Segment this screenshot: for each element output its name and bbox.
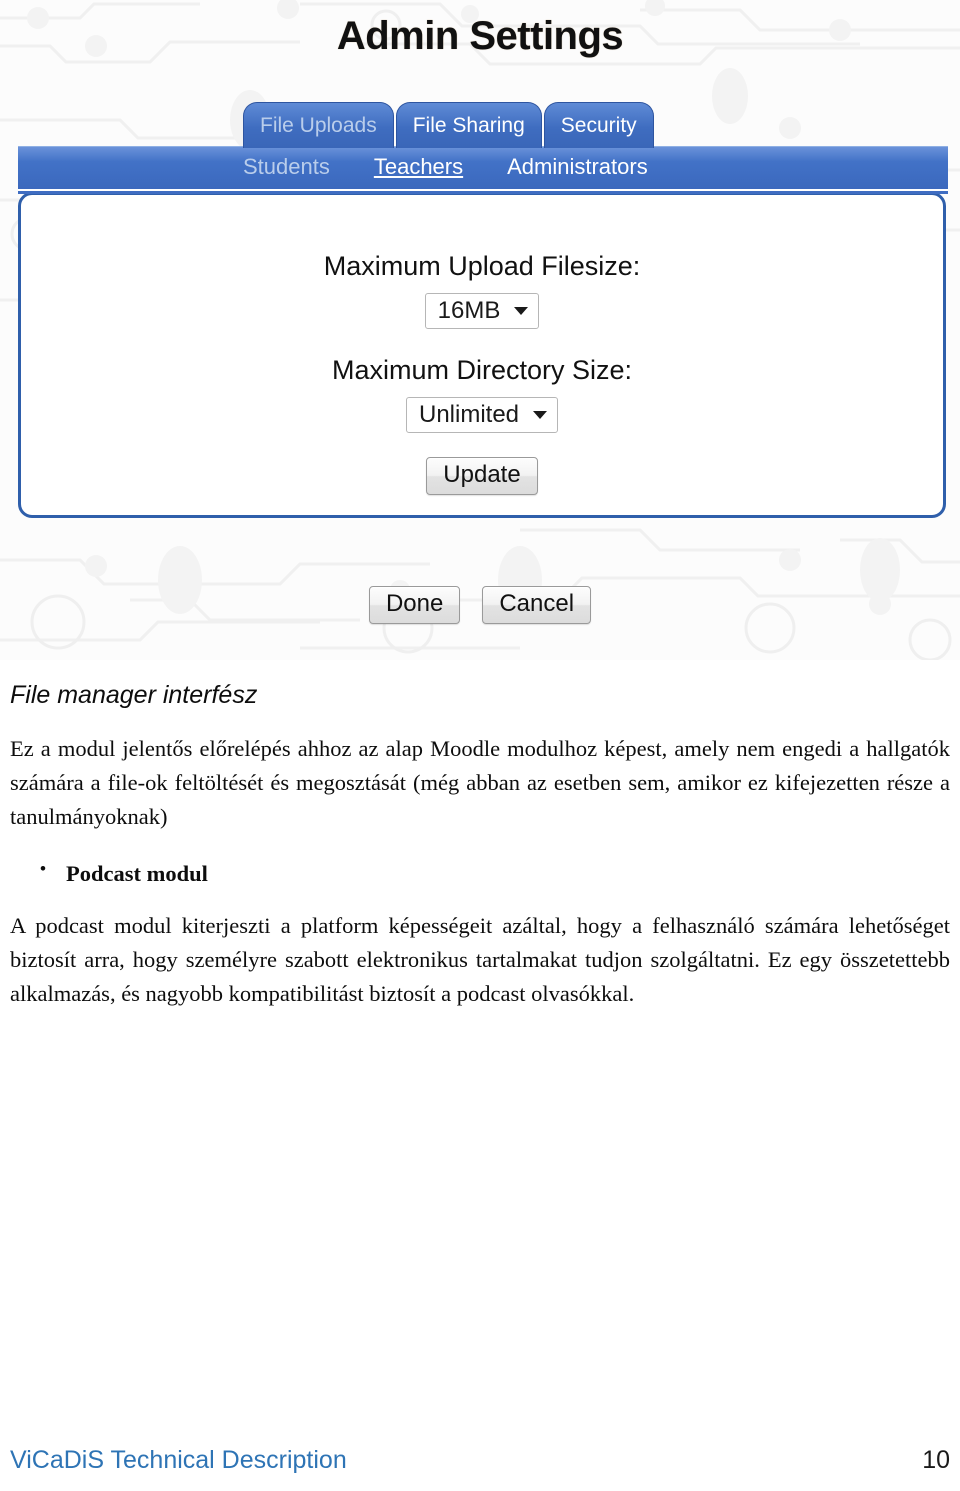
subtab-teachers[interactable]: Teachers: [374, 154, 463, 180]
bullet-list: Podcast modul: [10, 859, 950, 887]
tab-file-sharing[interactable]: File Sharing: [395, 102, 542, 148]
tab-bar: File Uploads File Sharing Security: [243, 100, 656, 148]
done-button[interactable]: Done: [368, 586, 461, 624]
subtab-students[interactable]: Students: [243, 154, 330, 180]
chevron-down-icon: [514, 307, 529, 315]
chevron-down-icon: [533, 411, 548, 419]
update-button[interactable]: Update: [426, 457, 538, 495]
page-footer: ViCaDiS Technical Description 10: [0, 1446, 960, 1475]
tab-security[interactable]: Security: [543, 102, 654, 148]
section-heading: File manager interfész: [10, 681, 258, 709]
settings-panel: Maximum Upload Filesize: 16MB Maximum Di…: [18, 192, 946, 518]
document-body: File manager interfész Ez a modul jelent…: [0, 660, 960, 1011]
max-upload-filesize-field: 16MB: [21, 293, 943, 329]
max-directory-size-value: Unlimited: [418, 401, 520, 428]
list-item: Podcast modul: [40, 859, 950, 887]
tab-file-uploads[interactable]: File Uploads: [243, 102, 394, 148]
update-button-row: Update: [21, 457, 943, 495]
footer-page-number: 10: [922, 1446, 950, 1474]
max-directory-size-label: Maximum Directory Size:: [331, 355, 633, 385]
paragraph-podcast: A podcast modul kiterjeszti a platform k…: [10, 912, 950, 1006]
cancel-button[interactable]: Cancel: [482, 586, 592, 624]
admin-settings-screenshot: Admin Settings File Uploads File Sharing…: [0, 0, 960, 660]
max-upload-filesize-select[interactable]: 16MB: [424, 293, 540, 329]
footer-document-title: ViCaDiS Technical Description: [10, 1446, 347, 1474]
max-directory-size-field: Unlimited: [21, 397, 943, 433]
max-upload-filesize-value: 16MB: [437, 297, 501, 324]
dialog-button-row: Done Cancel: [0, 586, 960, 624]
paragraph-file-manager: Ez a modul jelentős előrelépés ahhoz az …: [10, 736, 950, 830]
page-title: Admin Settings: [336, 14, 624, 58]
max-directory-size-select[interactable]: Unlimited: [405, 397, 559, 433]
subtab-administrators[interactable]: Administrators: [507, 154, 648, 180]
subtab-group: Students Teachers Administrators: [243, 148, 692, 186]
max-upload-filesize-label: Maximum Upload Filesize:: [323, 251, 641, 281]
